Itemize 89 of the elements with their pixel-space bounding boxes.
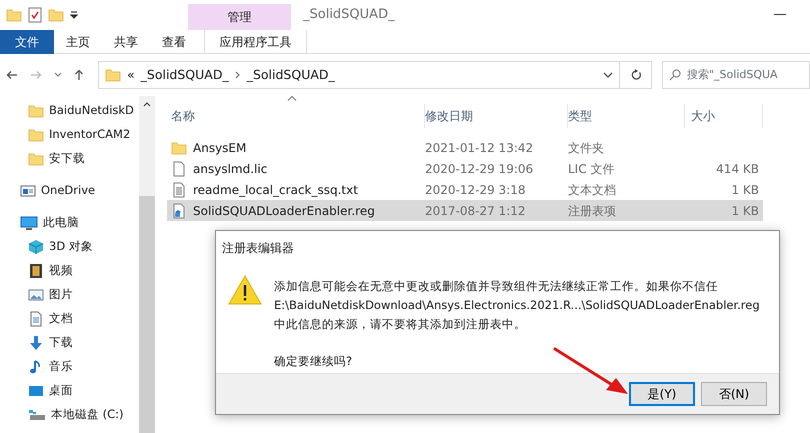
- folder-icon: [28, 151, 44, 167]
- dialog-button[interactable]: 是(Y): [629, 382, 695, 406]
- cube-icon: [28, 239, 44, 255]
- registry-file-icon: [171, 202, 187, 218]
- sidebar-item[interactable]: 下载: [49, 334, 73, 352]
- desktop-icon: [28, 383, 44, 399]
- back-arrow-icon[interactable]: [6, 70, 18, 80]
- modified-date: 2020-12-29 3:18: [425, 182, 526, 198]
- file-type: 文本文档: [568, 182, 617, 198]
- chevron-down-icon[interactable]: [54, 72, 62, 78]
- sidebar-item[interactable]: InventorCAM2: [49, 126, 130, 144]
- breadcrumb-overflow[interactable]: «: [127, 66, 135, 84]
- address-bar[interactable]: « _SolidSQUAD_ _SolidSQUAD_: [98, 61, 620, 89]
- ribbon-tab[interactable]: 查看: [150, 30, 198, 54]
- sidebar-item[interactable]: OneDrive: [41, 182, 96, 200]
- folder-icon: [6, 7, 22, 23]
- properties-icon[interactable]: [28, 7, 42, 23]
- column-header[interactable]: 名称: [167, 104, 425, 128]
- file-type: 注册表项: [568, 202, 617, 220]
- scrollbar[interactable]: [139, 96, 155, 433]
- column-header[interactable]: 大小: [685, 104, 763, 128]
- warning-icon: [228, 275, 262, 305]
- folder-icon: [171, 140, 187, 156]
- file-size: 1 KB: [731, 182, 759, 196]
- file-type: 文件夹: [568, 140, 605, 156]
- ribbon-tab[interactable]: 共享: [102, 30, 150, 54]
- up-arrow-icon[interactable]: [74, 69, 84, 81]
- search-field[interactable]: 搜索"_SolidSQUA: [662, 61, 810, 89]
- search-placeholder: 搜索"_SolidSQUA: [687, 66, 778, 83]
- file-type: LIC 文件: [568, 160, 616, 178]
- column-header[interactable]: 修改日期: [425, 104, 568, 128]
- monitor-icon: [20, 215, 38, 231]
- ribbon-tab[interactable]: 应用程序工具: [204, 30, 307, 54]
- modified-date: 2017-08-27 1:12: [425, 202, 526, 220]
- file-row[interactable]: SolidSQUADLoaderEnabler.reg 2017-08-27 1:12 注册表项 1 KB: [167, 200, 763, 221]
- sidebar-item[interactable]: 3D 对象: [49, 238, 93, 256]
- film-icon: [28, 263, 44, 279]
- file-name: AnsysEM: [193, 140, 246, 156]
- message-line: E:\BaiduNetdiskDownload\Ansys.Electronics.2021.R...\SolidSQUADLoaderEnabler.reg: [274, 297, 760, 314]
- dialog-button[interactable]: 否(N): [701, 382, 767, 406]
- refresh-icon: [630, 69, 642, 81]
- dropdown-icon[interactable]: [70, 10, 78, 20]
- sidebar-item[interactable]: 桌面: [49, 382, 73, 400]
- message-line: 中此信息的来源，请不要将其添加到注册表中。: [274, 316, 527, 333]
- dialog-title: 注册表编辑器: [222, 241, 294, 255]
- file-size: 414 KB: [716, 162, 759, 176]
- text-file-icon: [171, 182, 187, 198]
- down-arrow-icon: [28, 335, 44, 351]
- picture-icon: [28, 287, 44, 303]
- modified-date: 2021-01-12 13:42: [425, 140, 534, 156]
- cloud-drive-icon: [20, 183, 36, 199]
- sort-up-icon: [287, 96, 297, 101]
- file-size: 1 KB: [731, 204, 759, 218]
- sidebar-item[interactable]: 图片: [49, 286, 73, 304]
- file-row[interactable]: readme_local_crack_ssq.txt 2020-12-29 3:18 文本文档 1 KB: [167, 179, 763, 200]
- sidebar-item[interactable]: BaiduNetdiskD: [49, 102, 134, 120]
- file-name: readme_local_crack_ssq.txt: [193, 182, 358, 198]
- sidebar-item[interactable]: 文档: [49, 310, 73, 328]
- breadcrumb-segment[interactable]: _SolidSQUAD_: [246, 66, 335, 84]
- folder-icon: [28, 103, 44, 119]
- sidebar-item[interactable]: 本地磁盘 (C:): [51, 406, 124, 424]
- sidebar-item[interactable]: 音乐: [49, 358, 73, 376]
- drive-icon: [28, 407, 46, 423]
- sidebar-item[interactable]: 安下载: [49, 150, 85, 168]
- minimize-icon[interactable]: [774, 14, 786, 16]
- modified-date: 2020-12-29 19:06: [425, 160, 534, 178]
- dialog-question: 确定要继续吗?: [274, 353, 354, 370]
- window-title: _SolidSQUAD_: [303, 6, 395, 24]
- ribbon-tab[interactable]: 主页: [54, 30, 102, 54]
- scroll-up-icon[interactable]: [143, 102, 151, 107]
- sidebar-item[interactable]: 此电脑: [43, 214, 79, 232]
- file-icon: [171, 160, 187, 176]
- folder-icon: [105, 67, 121, 83]
- chevron-down-icon[interactable]: [603, 72, 613, 78]
- search-icon: [669, 69, 681, 81]
- document-icon: [28, 311, 44, 327]
- file-name: SolidSQUADLoaderEnabler.reg: [193, 202, 375, 220]
- file-row[interactable]: ansyslmd.lic 2020-12-29 19:06 LIC 文件 414 KB: [167, 158, 763, 179]
- message-line: 添加信息可能会在无意中更改或删除值并导致组件无法继续正常工作。如果你不信任: [274, 278, 719, 295]
- context-tab-group: 管理: [188, 4, 291, 30]
- file-row[interactable]: AnsysEM 2021-01-12 13:42 文件夹: [167, 137, 763, 158]
- breadcrumb-chevron-icon: [234, 71, 241, 79]
- folder-icon: [28, 127, 44, 143]
- sidebar-item[interactable]: 视频: [49, 262, 73, 280]
- refresh-button[interactable]: [620, 61, 652, 89]
- column-header[interactable]: 类型: [568, 104, 685, 128]
- file-name: ansyslmd.lic: [193, 160, 268, 178]
- ribbon-tab[interactable]: 文件: [0, 30, 54, 54]
- breadcrumb-segment[interactable]: _SolidSQUAD_: [140, 66, 229, 84]
